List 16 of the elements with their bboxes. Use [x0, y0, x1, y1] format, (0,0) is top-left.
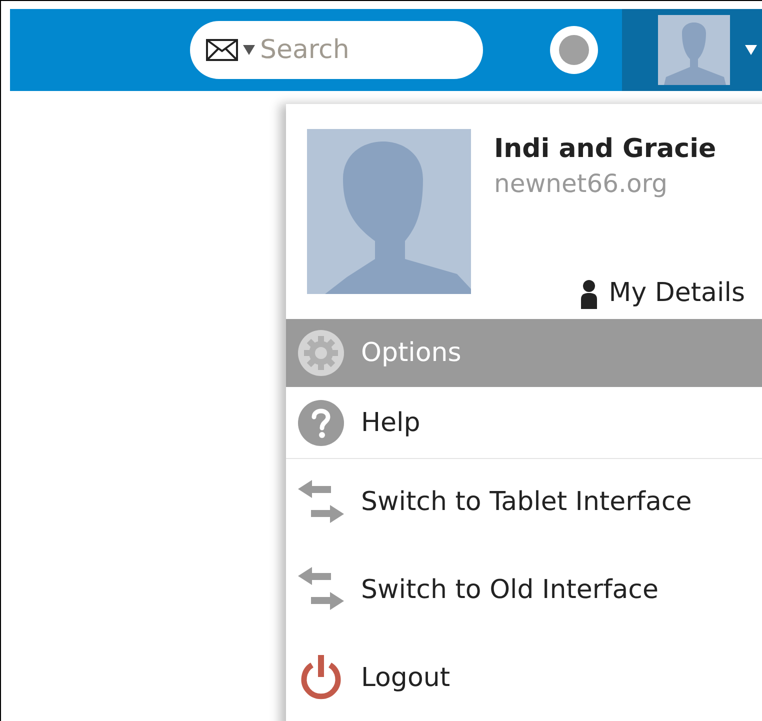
menu-item[interactable]: Switch to Tablet Interface	[286, 458, 762, 546]
account-button[interactable]	[622, 9, 762, 91]
my-details-link[interactable]: My Details	[578, 274, 748, 313]
gear-icon	[298, 330, 344, 376]
person-icon	[578, 278, 599, 308]
account-domain: newnet66.org	[494, 168, 668, 200]
swap-arrows-icon	[298, 567, 344, 613]
account-name: Indi and Gracie	[494, 133, 718, 166]
caret-icon	[744, 44, 758, 56]
search-input[interactable]: Search	[260, 30, 440, 70]
caret-icon	[242, 44, 256, 56]
search-field[interactable]: Search	[190, 21, 483, 79]
help-icon	[298, 400, 344, 446]
avatar-icon	[658, 15, 730, 85]
swap-arrows-icon	[298, 480, 344, 526]
envelope-icon	[206, 39, 238, 61]
